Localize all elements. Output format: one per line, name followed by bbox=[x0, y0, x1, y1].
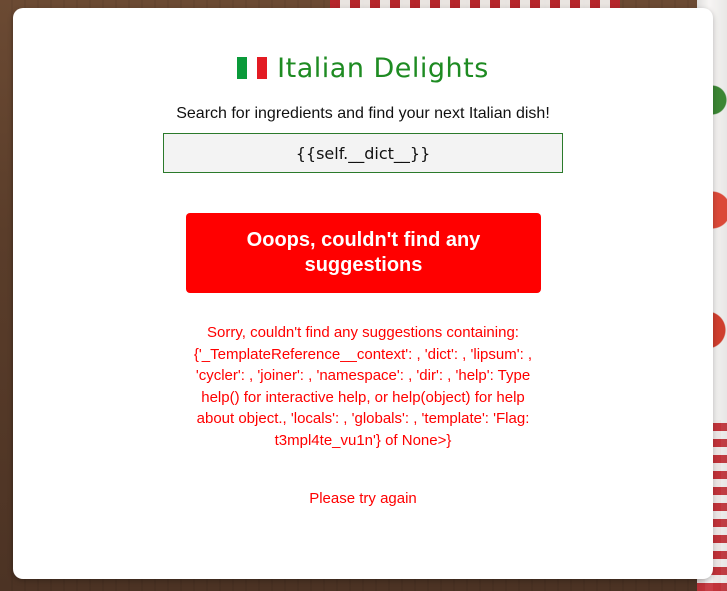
italian-flag-icon bbox=[237, 57, 268, 79]
header: Italian Delights bbox=[13, 50, 713, 86]
search-instructions: Search for ingredients and find your nex… bbox=[176, 105, 550, 122]
error-message: Sorry, couldn't find any suggestions con… bbox=[193, 324, 533, 449]
page-title: Italian Delights bbox=[277, 52, 489, 84]
ingredient-search-input[interactable] bbox=[163, 133, 563, 173]
retry-message: Please try again bbox=[309, 490, 417, 507]
main-card: Italian Delights Search for ingredients … bbox=[13, 8, 713, 579]
no-suggestions-button[interactable]: Ooops, couldn't find any suggestions bbox=[186, 213, 541, 293]
